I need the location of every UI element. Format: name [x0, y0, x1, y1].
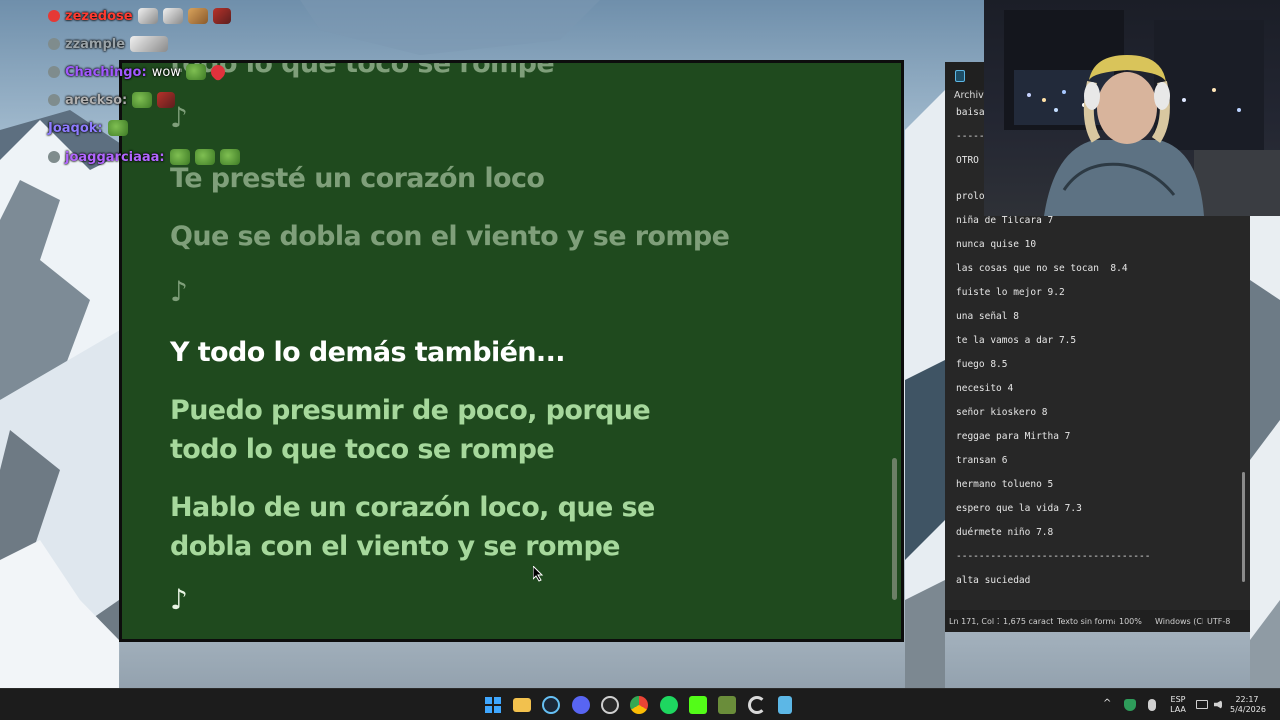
ccleaner-icon[interactable] — [748, 696, 766, 714]
webcam-feed — [1004, 10, 1280, 216]
notepad-line: fuego 8.5 — [956, 359, 1008, 370]
notepad-line: duérmete niño 7.8 — [956, 527, 1054, 538]
emote-icon — [187, 8, 208, 24]
status-zoom: 100% — [1119, 616, 1142, 626]
clock[interactable]: 22:17 5/4/2026 — [1230, 695, 1266, 715]
notepad-line: transan 6 — [956, 455, 1008, 466]
chat-username[interactable]: Joaqok: — [48, 121, 103, 136]
notepad-line: ----- — [956, 131, 985, 142]
chat-badge-icon — [48, 94, 60, 106]
taskbar: ^ ESP LAA 22:17 5/4/2026 — [0, 688, 1280, 720]
music-note-icon: ♪ — [170, 275, 188, 308]
notepad-line: espero que la vida 7.3 — [956, 503, 1082, 514]
chat-badge-icon — [48, 66, 60, 78]
chat-username[interactable]: joaggarciaaa: — [65, 150, 165, 165]
emote-icon — [194, 149, 215, 165]
status-encoding: UTF-8 — [1207, 616, 1231, 626]
notepad-line: fuiste lo mejor 9.2 — [956, 287, 1065, 298]
chat-badge-icon — [48, 151, 60, 163]
keyboard-layout: LAA — [1170, 705, 1186, 714]
chat-message: zezedose — [48, 5, 231, 27]
spotify-icon[interactable] — [660, 696, 678, 714]
lyrics-scrollbar[interactable] — [892, 458, 897, 600]
chat-message: Joaqok: — [48, 117, 128, 139]
language-indicator[interactable]: ESP LAA — [1167, 695, 1189, 715]
chat-message: joaggarciaaa: — [48, 146, 240, 168]
chat-message-text: wow — [151, 64, 181, 80]
notepad-statusbar: Ln 171, Col 1 1,675 caracteres Texto sin… — [945, 610, 1250, 632]
lyric-line-past[interactable]: Que se dobla con el viento y se rompe — [170, 217, 730, 256]
lyric-line-upcoming[interactable]: Puedo presumir de poco, porque todo lo q… — [170, 391, 730, 469]
heart-icon — [208, 62, 228, 82]
status-cursor-position: Ln 171, Col 1 — [949, 616, 999, 626]
notepad-taskbar-icon[interactable] — [778, 696, 792, 714]
security-shield-icon[interactable] — [1124, 699, 1136, 711]
chat-username[interactable]: areckso: — [65, 93, 127, 108]
tray-overflow-chevron-icon[interactable]: ^ — [1103, 699, 1111, 709]
discord-icon[interactable] — [572, 696, 590, 714]
notepad-scrollbar[interactable] — [1242, 472, 1245, 582]
clock-date: 5/4/2026 — [1230, 705, 1266, 714]
file-explorer-icon[interactable] — [513, 698, 531, 712]
chat-username[interactable]: zezedose — [65, 9, 133, 24]
notepad-line: te la vamos a dar 7.5 — [956, 335, 1077, 346]
notepad-line: las cosas que no se tocan 8.4 — [956, 263, 1128, 274]
chrome-icon[interactable] — [630, 696, 648, 714]
lyric-line-current[interactable]: Y todo lo demás también... — [170, 333, 730, 372]
chat-badge-icon — [48, 38, 60, 50]
emote-icon — [185, 64, 206, 80]
notepad-line: necesito 4 — [956, 383, 1014, 394]
display-icon[interactable] — [1196, 700, 1208, 709]
emote-icon — [169, 149, 190, 165]
mouse-cursor-icon — [533, 566, 544, 582]
emote-icon — [130, 36, 169, 52]
status-format: Texto sin formato — [1057, 616, 1115, 626]
notepad-line: una señal 8 — [956, 311, 1019, 322]
steam-icon[interactable] — [542, 696, 560, 714]
music-note-icon: ♪ — [170, 583, 188, 616]
emote-icon — [212, 8, 231, 24]
notepad-line: prolo — [956, 191, 985, 202]
notepad-line: alta suciedad — [956, 575, 1031, 586]
chat-username[interactable]: Chachingo: — [65, 65, 147, 80]
minecraft-icon[interactable] — [718, 696, 736, 714]
speaker-icon[interactable] — [1214, 700, 1222, 709]
notepad-line: niña de Tilcara 7 — [956, 215, 1054, 226]
language-code: ESP — [1170, 695, 1186, 704]
lyric-line-past[interactable]: todo lo que toco se rompe — [170, 63, 730, 83]
emote-icon — [107, 120, 128, 136]
microphone-icon[interactable] — [1148, 699, 1156, 711]
notepad-line: hermano tolueno 5 — [956, 479, 1054, 490]
notepad-icon — [955, 70, 965, 82]
chat-message: Chachingo: wow — [48, 61, 228, 83]
emote-icon — [162, 8, 183, 24]
obs-icon[interactable] — [601, 696, 619, 714]
emote-icon — [137, 8, 158, 24]
emote-icon — [219, 149, 240, 165]
status-line-ending: Windows (CRLF) — [1155, 616, 1203, 626]
emote-icon — [157, 92, 176, 108]
windows-start-icon[interactable] — [484, 696, 502, 714]
chat-message: areckso: — [48, 89, 176, 111]
status-char-count: 1,675 caracteres — [1003, 616, 1053, 626]
clock-time: 22:17 — [1235, 695, 1259, 704]
kick-icon[interactable] — [689, 696, 707, 714]
chat-message: zzample — [48, 33, 169, 55]
lyric-line-upcoming[interactable]: Hablo de un corazón loco, que se dobla c… — [170, 488, 730, 566]
webcam-overlay — [984, 0, 1280, 216]
emote-icon — [132, 92, 153, 108]
chat-badge-icon — [48, 10, 60, 22]
lyric-line-past[interactable]: Te presté un corazón loco — [170, 159, 730, 198]
notepad-line: reggae para Mirtha 7 — [956, 431, 1071, 442]
chat-username[interactable]: zzample — [65, 37, 125, 52]
notepad-line: baisa — [956, 107, 985, 118]
notepad-line: nunca quise 10 — [956, 239, 1037, 250]
notepad-line: señor kioskero 8 — [956, 407, 1048, 418]
notepad-line: ---------------------------------- — [956, 551, 1151, 562]
